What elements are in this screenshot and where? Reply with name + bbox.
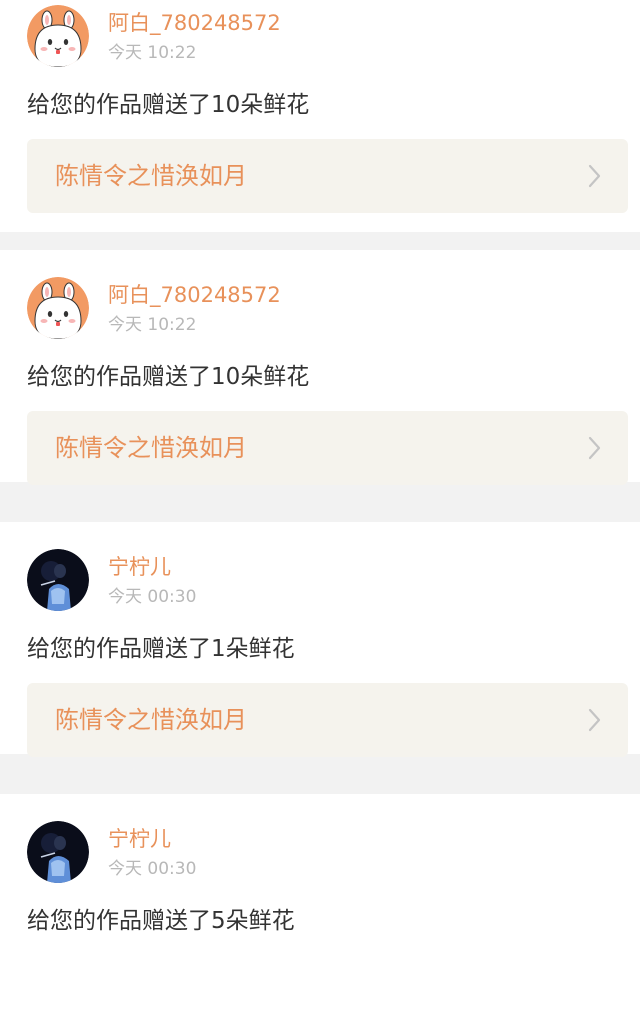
work-link[interactable]: 陈情令之惜涣如月 — [27, 411, 628, 485]
gift-message: 给您的作品赠送了1朵鲜花 — [27, 636, 295, 662]
user-name[interactable]: 宁柠儿 — [108, 554, 171, 580]
user-avatar[interactable] — [27, 549, 89, 611]
gift-message: 给您的作品赠送了10朵鲜花 — [27, 92, 310, 118]
chevron-right-icon — [588, 435, 602, 461]
user-avatar[interactable] — [27, 5, 89, 67]
user-name[interactable]: 阿白_780248572 — [108, 282, 281, 308]
work-link[interactable]: 陈情令之惜涣如月 — [27, 139, 628, 213]
user-name[interactable]: 宁柠儿 — [108, 826, 171, 852]
singer-avatar-icon — [27, 549, 89, 611]
bunny-avatar-icon — [27, 5, 89, 67]
user-avatar[interactable] — [27, 821, 89, 883]
singer-avatar-icon — [27, 821, 89, 883]
timestamp: 今天 10:22 — [108, 43, 197, 63]
notification-card: 宁柠儿 今天 00:30 给您的作品赠送了1朵鲜花 陈情令之惜涣如月 — [0, 522, 640, 757]
chevron-right-icon — [588, 707, 602, 733]
notification-card: 阿白_780248572 今天 10:22 给您的作品赠送了10朵鲜花 陈情令之… — [0, 0, 640, 232]
work-title: 陈情令之惜涣如月 — [55, 434, 247, 462]
notification-card: 宁柠儿 今天 00:30 给您的作品赠送了5朵鲜花 — [0, 794, 640, 1026]
timestamp: 今天 10:22 — [108, 315, 197, 335]
gift-message: 给您的作品赠送了10朵鲜花 — [27, 364, 310, 390]
user-name[interactable]: 阿白_780248572 — [108, 10, 281, 36]
work-link[interactable]: 陈情令之惜涣如月 — [27, 683, 628, 757]
timestamp: 今天 00:30 — [108, 587, 197, 607]
work-title: 陈情令之惜涣如月 — [55, 162, 247, 190]
notification-card: 阿白_780248572 今天 10:22 给您的作品赠送了10朵鲜花 陈情令之… — [0, 250, 640, 485]
timestamp: 今天 00:30 — [108, 859, 197, 879]
user-avatar[interactable] — [27, 277, 89, 339]
work-title: 陈情令之惜涣如月 — [55, 706, 247, 734]
gift-message: 给您的作品赠送了5朵鲜花 — [27, 908, 295, 934]
chevron-right-icon — [588, 163, 602, 189]
bunny-avatar-icon — [27, 277, 89, 339]
